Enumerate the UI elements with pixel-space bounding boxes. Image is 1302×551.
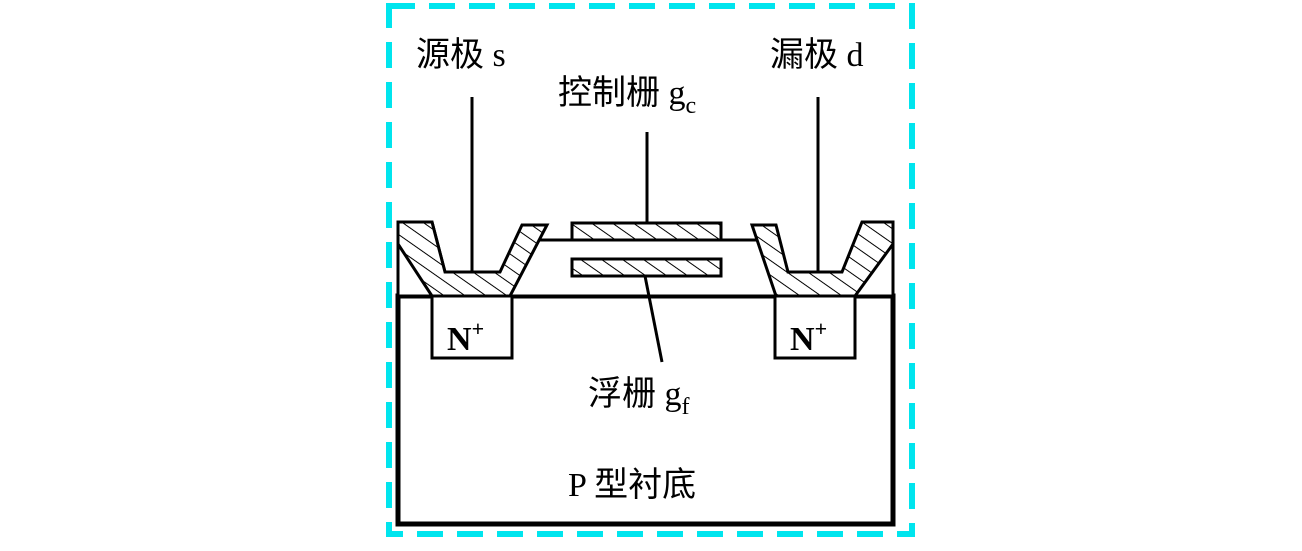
control-gate-label: 控制栅 gc — [558, 74, 696, 119]
substrate-label: P 型衬底 — [568, 466, 696, 504]
n-plus-source-main: N — [447, 321, 472, 358]
floating-gate — [570, 257, 723, 278]
n-plus-drain-main: N — [790, 321, 815, 358]
control-gate-label-main: 控制栅 g — [558, 74, 686, 112]
n-plus-drain-sup: + — [815, 316, 828, 341]
control-gate-label-sub: c — [686, 93, 697, 119]
floating-gate-label-main: 浮栅 g — [588, 375, 682, 413]
source-label: 源极 s — [416, 36, 506, 74]
mos-floating-gate-diagram: 源极 s 漏极 d 控制栅 gc 浮栅 gf N+ N+ P 型衬底 — [0, 0, 1302, 546]
control-gate — [570, 221, 723, 242]
floating-gate-label-sub: f — [682, 394, 690, 420]
n-plus-source-sup: + — [472, 316, 485, 341]
drain-label: 漏极 d — [770, 36, 864, 74]
diagram-canvas: 源极 s 漏极 d 控制栅 gc 浮栅 gf N+ N+ P 型衬底 — [386, 3, 915, 537]
